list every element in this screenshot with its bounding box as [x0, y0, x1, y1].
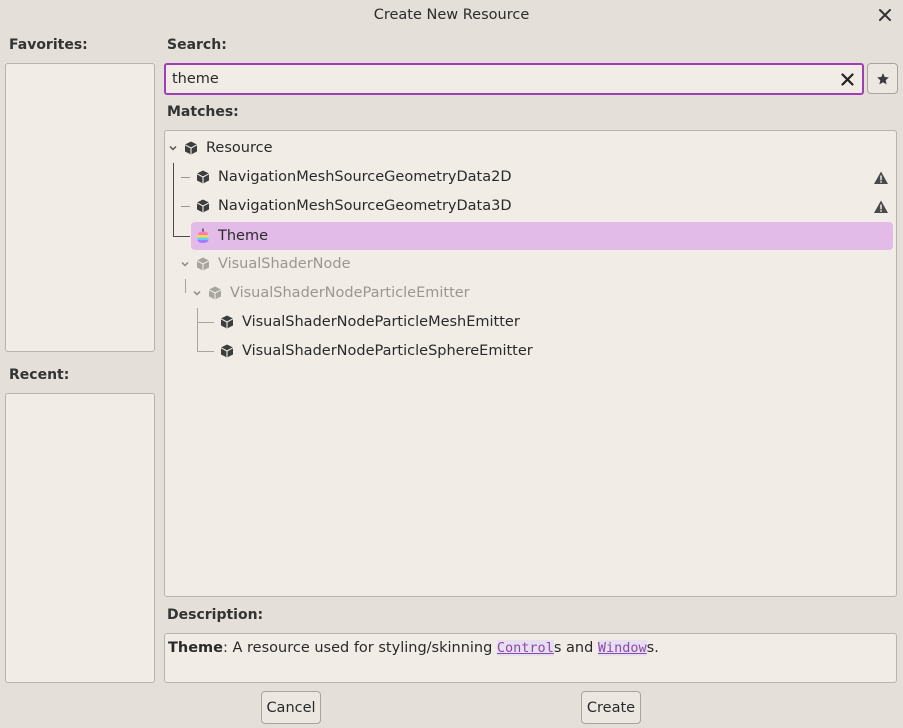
search-field[interactable]: [164, 63, 864, 95]
resource-icon: [219, 314, 235, 330]
tree-item-label: NavigationMeshSourceGeometryData2D: [218, 169, 512, 185]
close-icon[interactable]: [875, 5, 895, 25]
tree-item-particle-sphere-emitter[interactable]: VisualShaderNodeParticleSphereEmitter: [219, 337, 533, 365]
warning-icon: [874, 200, 888, 213]
tree-item-label: NavigationMeshSourceGeometryData3D: [218, 198, 512, 214]
tree-line: [173, 236, 190, 237]
description-class-name: Theme: [168, 640, 223, 656]
tree-item-label: VisualShaderNodeParticleMeshEmitter: [242, 314, 520, 330]
tree-line: [197, 322, 214, 323]
recent-list[interactable]: [5, 393, 155, 683]
tree-item-label: VisualShaderNode: [218, 256, 351, 272]
tree-line: [173, 163, 174, 237]
tree-item-particle-mesh-emitter[interactable]: VisualShaderNodeParticleMeshEmitter: [219, 308, 520, 336]
tree-line: [181, 177, 190, 178]
tree-item-particle-emitter[interactable]: VisualShaderNodeParticleEmitter: [207, 279, 470, 307]
tree-line: [181, 206, 190, 207]
tree-item-resource[interactable]: Resource: [183, 134, 273, 162]
window-title: Create New Resource: [373, 7, 530, 23]
tree-item-navmesh-2d[interactable]: NavigationMeshSourceGeometryData2D: [195, 163, 512, 191]
description-text: s and: [553, 640, 598, 656]
favorites-label: Favorites:: [9, 37, 88, 53]
resource-icon: [195, 256, 211, 272]
tree-item-theme[interactable]: Theme: [195, 222, 268, 250]
star-icon: [876, 72, 889, 84]
tree-item-visualshadernode[interactable]: VisualShaderNode: [195, 250, 351, 278]
tree-line: [185, 279, 186, 293]
tree-line: [197, 308, 198, 352]
tree-item-label: VisualShaderNodeParticleSphereEmitter: [242, 343, 533, 359]
create-button[interactable]: Create: [581, 691, 641, 724]
tree-item-label: Resource: [206, 140, 273, 156]
description-box: Theme: A resource used for styling/skinn…: [164, 633, 897, 683]
resource-icon: [207, 285, 223, 301]
resource-icon: [183, 140, 199, 156]
resource-icon: [195, 169, 211, 185]
clear-search-icon[interactable]: [838, 70, 856, 88]
description-text: s.: [646, 640, 659, 656]
tree-item-label: VisualShaderNodeParticleEmitter: [230, 285, 470, 301]
recent-label: Recent:: [9, 367, 70, 383]
matches-label: Matches:: [167, 104, 239, 120]
chevron-down-icon[interactable]: [192, 288, 202, 298]
favorites-list[interactable]: [5, 63, 155, 352]
search-input[interactable]: [170, 68, 830, 90]
tree-line: [197, 351, 214, 352]
tree-item-navmesh-3d[interactable]: NavigationMeshSourceGeometryData3D: [195, 192, 512, 220]
warning-icon: [874, 171, 888, 184]
favorite-toggle-button[interactable]: [867, 63, 898, 94]
search-label: Search:: [167, 37, 227, 53]
chevron-down-icon[interactable]: [168, 143, 178, 153]
resource-icon: [219, 343, 235, 359]
window-link[interactable]: Window: [597, 640, 647, 656]
selected-row-highlight: [191, 222, 893, 250]
resource-icon: [195, 198, 211, 214]
theme-icon: [195, 228, 211, 244]
chevron-down-icon[interactable]: [180, 259, 190, 269]
tree-item-label: Theme: [218, 228, 269, 244]
cancel-button[interactable]: Cancel: [261, 691, 321, 724]
description-label: Description:: [167, 607, 264, 623]
title-bar: Create New Resource: [0, 0, 903, 32]
control-link[interactable]: Control: [496, 640, 554, 656]
description-text: : A resource used for styling/skinning: [223, 640, 497, 656]
